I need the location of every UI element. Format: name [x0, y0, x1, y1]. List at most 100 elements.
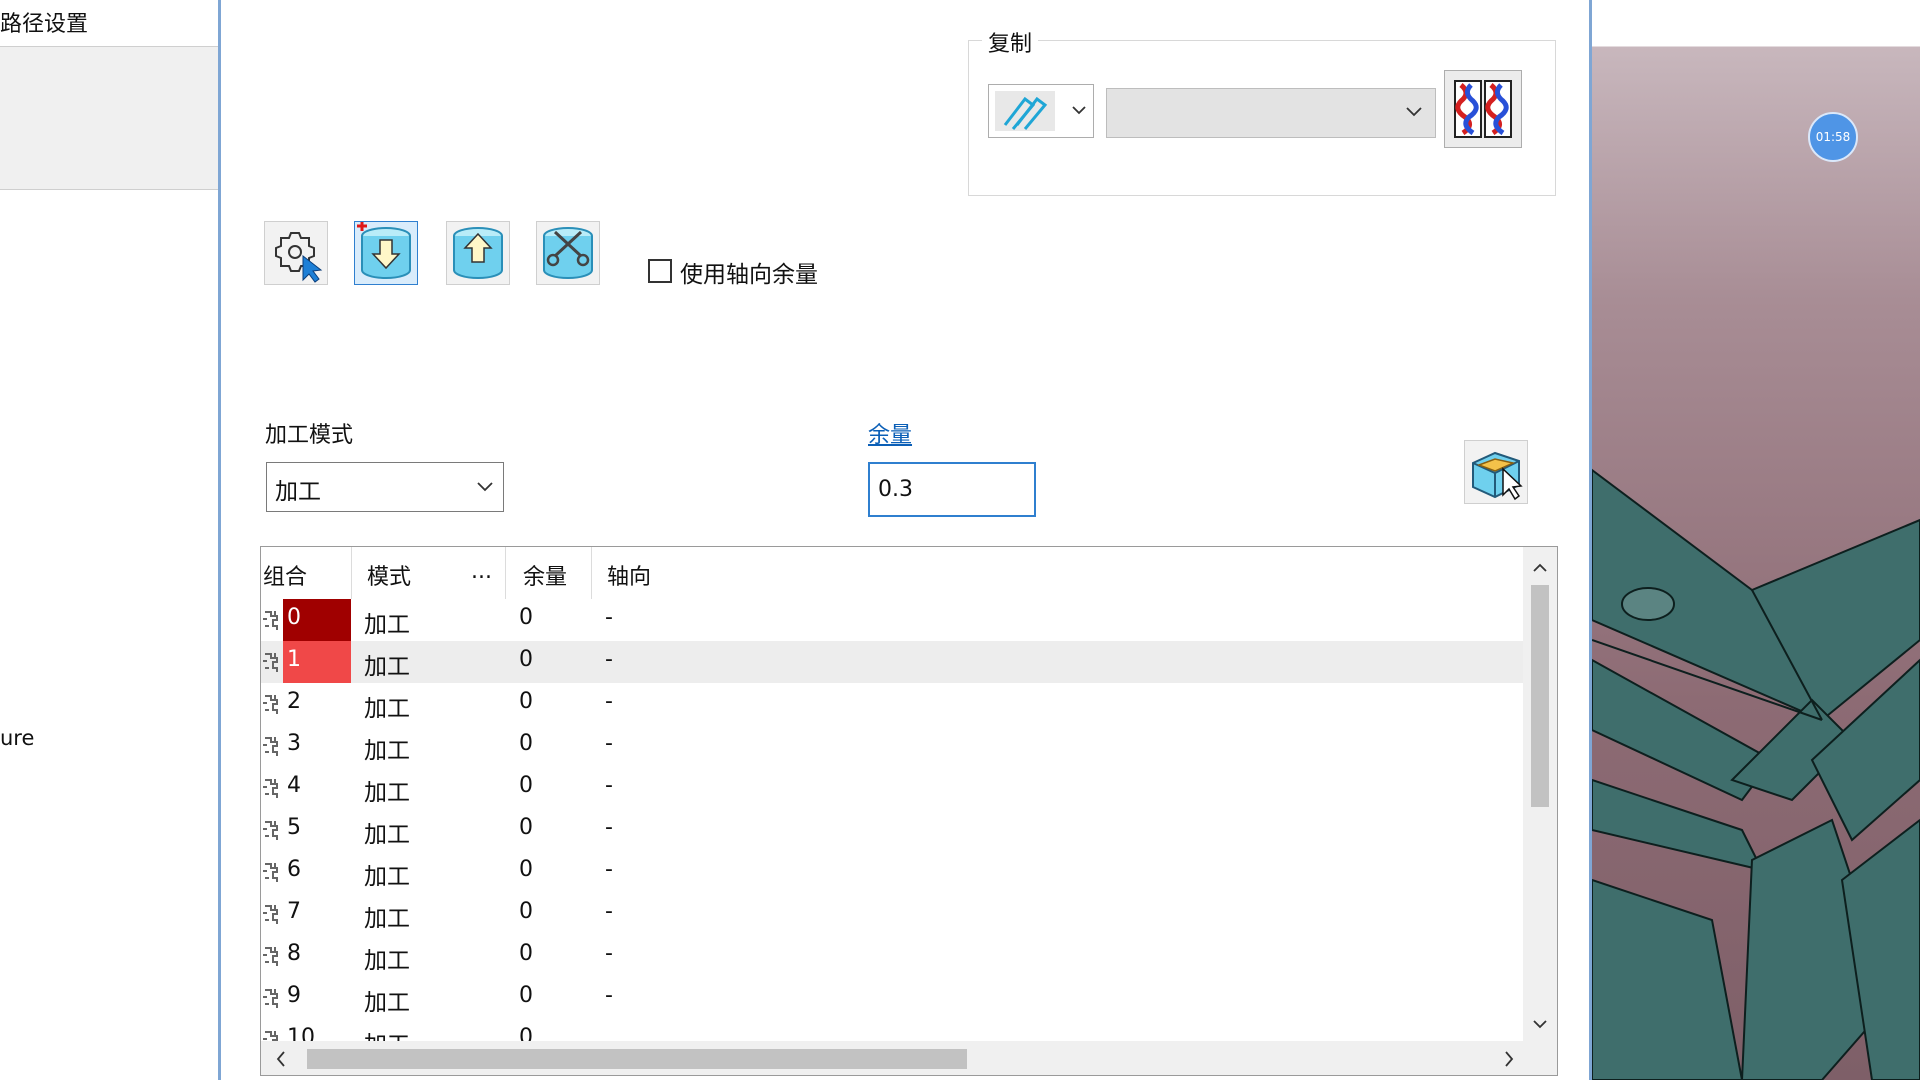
row-mode: 加工 [364, 612, 410, 638]
row-group-id: 9 [287, 983, 301, 1008]
column-header-axial[interactable]: 轴向 [607, 559, 651, 591]
pull-up-button[interactable] [446, 221, 510, 285]
row-axial: - [605, 983, 613, 1008]
row-allowance: 0 [519, 983, 533, 1008]
column-divider[interactable] [351, 547, 352, 599]
row-mode: 加工 [364, 780, 410, 806]
copy-group-legend: 复制 [982, 26, 1039, 58]
row-group-id: 8 [287, 941, 301, 966]
machining-mode-label: 加工模式 [265, 423, 354, 448]
gear-select-icon [275, 232, 323, 283]
row-mode: 加工 [364, 738, 410, 764]
machined-part-model [1592, 468, 1920, 1080]
row-mode: 加工 [364, 822, 410, 848]
push-down-button[interactable] [354, 221, 418, 285]
chevron-up-icon[interactable] [1532, 557, 1548, 582]
group-table[interactable]: 组合 模式 ... 余量 轴向 0 加工 0-1 加工 0-2 加工 0-3 加工 0-4 加工 0… [260, 546, 1558, 1076]
vertical-scrollbar[interactable] [1523, 547, 1557, 1041]
row-mode: 加工 [364, 696, 410, 722]
table-row[interactable]: 5 加工 0 - [261, 809, 1523, 851]
row-mode: 加工 [364, 906, 410, 932]
chevron-down-icon [1071, 99, 1087, 124]
chevron-left-icon[interactable] [273, 1049, 289, 1074]
table-row[interactable]: 1 加工 0 - [261, 641, 1523, 683]
table-row[interactable]: 9 加工 0 - [261, 977, 1523, 1019]
table-row[interactable]: 7 加工 0 - [261, 893, 1523, 935]
copy-source-combo[interactable] [1106, 88, 1436, 138]
table-row[interactable]: 3 加工 0 - [261, 725, 1523, 767]
column-header-mode[interactable]: 模式 [367, 559, 411, 591]
chevron-down-icon[interactable] [1532, 1013, 1548, 1038]
gear-small-icon [263, 861, 281, 889]
box-edit-icon [1472, 451, 1523, 501]
gear-small-icon [263, 819, 281, 847]
row-mode: 加工 [364, 948, 410, 974]
row-axial: - [605, 731, 613, 756]
gear-small-icon [263, 735, 281, 763]
chevron-down-icon [475, 476, 495, 502]
row-axial: - [605, 857, 613, 882]
column-header-allowance[interactable]: 余量 [523, 559, 567, 591]
cylinder-down-icon [357, 221, 411, 279]
left-panel-title: 路径设置 [0, 12, 89, 37]
row-axial: - [605, 941, 613, 966]
column-header-group[interactable]: 组合 [263, 559, 307, 591]
table-header: 组合 模式 ... 余量 轴向 [261, 547, 1523, 599]
table-row[interactable]: 2 加工 0 - [261, 683, 1523, 725]
row-axial: - [605, 605, 613, 630]
machining-mode-value: 加工 [275, 479, 321, 505]
row-mode: 加工 [364, 864, 410, 890]
row-group-id: 6 [287, 857, 301, 882]
table-row[interactable]: 8 加工 0 - [261, 935, 1523, 977]
remove-button[interactable] [536, 221, 600, 285]
allowance-input[interactable] [868, 462, 1036, 517]
box-edit-button[interactable] [1464, 440, 1528, 504]
row-axial: - [605, 899, 613, 924]
column-divider[interactable] [505, 547, 506, 599]
horizontal-scrollbar[interactable] [261, 1041, 1557, 1075]
use-axial-allowance-label[interactable]: 使用轴向余量 [680, 255, 818, 289]
left-panel: 路径设置 ure [0, 0, 220, 1080]
cylinder-cut-icon [543, 227, 593, 279]
row-allowance: 0 [519, 815, 533, 840]
row-allowance: 0 [519, 731, 533, 756]
row-group-id: 4 [287, 773, 301, 798]
chevron-right-icon[interactable] [1501, 1049, 1517, 1074]
row-mode: 加工 [364, 990, 410, 1016]
gear-small-icon [263, 777, 281, 805]
table-row[interactable]: 4 加工 0 - [261, 767, 1523, 809]
row-group-id: 5 [287, 815, 301, 840]
timer-badge[interactable]: 01:58 [1808, 112, 1858, 162]
gear-small-icon [263, 651, 281, 679]
table-row[interactable]: 0 加工 0 - [261, 599, 1523, 641]
row-axial: - [605, 773, 613, 798]
model-viewport[interactable] [1592, 0, 1920, 1080]
row-axial: - [605, 689, 613, 714]
gear-small-icon [263, 693, 281, 721]
row-allowance: 0 [519, 647, 533, 672]
gear-small-icon [263, 609, 281, 637]
machining-mode-select[interactable]: 加工 [266, 462, 504, 512]
row-group-id: 7 [287, 899, 301, 924]
column-divider[interactable] [591, 547, 592, 599]
left-panel-truncated-text[interactable]: ure [0, 726, 34, 750]
table-row[interactable]: 6 加工 0 - [261, 851, 1523, 893]
row-group-id: 2 [287, 689, 301, 714]
gear-small-icon [263, 945, 281, 973]
gear-small-icon [263, 903, 281, 931]
vertical-scrollbar-thumb[interactable] [1531, 585, 1549, 807]
row-allowance: 0 [519, 941, 533, 966]
row-allowance: 0 [519, 605, 533, 630]
allowance-link[interactable]: 余量 [868, 417, 912, 449]
horizontal-scrollbar-thumb[interactable] [307, 1049, 967, 1069]
row-group-id: 1 [283, 641, 351, 683]
column-header-more[interactable]: ... [471, 559, 492, 584]
chevron-down-icon [1405, 101, 1423, 126]
select-geometry-button[interactable] [264, 221, 328, 285]
copy-mode-dropdown[interactable] [988, 84, 1094, 138]
use-axial-allowance-checkbox[interactable] [648, 259, 672, 283]
color-palette-icon [1454, 80, 1512, 138]
color-palette-button[interactable] [1444, 70, 1522, 148]
cylinder-up-icon [453, 227, 503, 279]
row-group-id: 0 [283, 599, 351, 641]
